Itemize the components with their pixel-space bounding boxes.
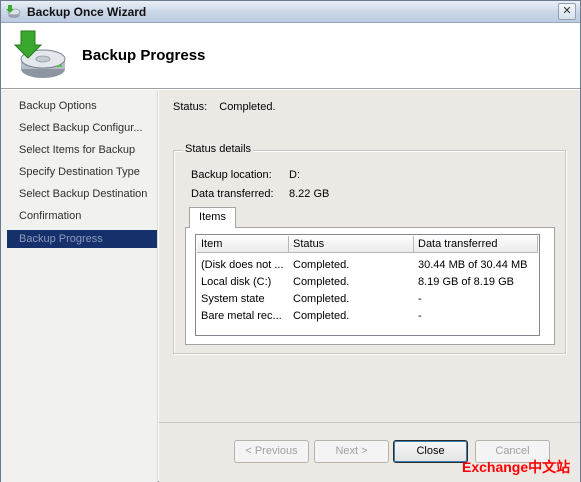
cell-status: Completed.	[293, 310, 350, 322]
backup-location-value: D:	[289, 169, 300, 181]
tab-items-label: Items	[199, 211, 226, 223]
nav-step-label: Select Backup Configur...	[19, 122, 143, 134]
backup-location-row: Backup location: D:	[191, 169, 300, 181]
data-transferred-value: 8.22 GB	[289, 188, 330, 200]
data-transferred-label: Data transferred:	[191, 188, 274, 200]
nav-step-label: Confirmation	[19, 210, 82, 222]
table-row[interactable]: System state Completed. -	[197, 291, 538, 308]
status-value: Completed.	[219, 101, 276, 113]
list-header: Item Status Data transferred	[197, 236, 538, 253]
nav-step-backup-options[interactable]: Backup Options	[7, 97, 157, 115]
table-row[interactable]: Bare metal rec... Completed. -	[197, 308, 538, 325]
cell-data-transferred: -	[418, 293, 422, 305]
site-watermark: Exchange中文站	[462, 459, 571, 475]
wizard-header: Backup Progress	[1, 23, 580, 89]
status-line: Status: Completed.	[173, 101, 276, 113]
cell-status: Completed.	[293, 293, 350, 305]
nav-step-select-destination[interactable]: Select Backup Destination	[7, 185, 157, 203]
wizard-content: Status: Completed. Status details Backup …	[159, 90, 580, 422]
data-transferred-row: Data transferred: 8.22 GB	[191, 188, 329, 200]
status-details-group: Status details Backup location: D: Data t…	[173, 143, 566, 354]
cell-item: (Disk does not ...	[201, 259, 284, 271]
nav-step-specify-destination-type[interactable]: Specify Destination Type	[7, 163, 157, 181]
next-button[interactable]: Next >	[314, 440, 389, 463]
backup-app-icon	[6, 5, 21, 18]
items-list[interactable]: Item Status Data transferred (Disk does …	[195, 234, 540, 336]
column-header-status[interactable]: Status	[289, 236, 414, 253]
close-icon: ✕	[562, 5, 572, 17]
cell-data-transferred: -	[418, 310, 422, 322]
table-row[interactable]: Local disk (C:) Completed. 8.19 GB of 8.…	[197, 274, 538, 291]
page-title: Backup Progress	[82, 47, 206, 64]
nav-step-label: Select Items for Backup	[19, 144, 136, 156]
column-header-data-transferred[interactable]: Data transferred	[414, 236, 538, 253]
column-header-label: Status	[293, 238, 325, 250]
cell-item: System state	[201, 293, 265, 305]
nav-step-label: Backup Options	[19, 100, 97, 112]
nav-step-label: Select Backup Destination	[19, 188, 148, 200]
window-title: Backup Once Wizard	[27, 5, 147, 19]
column-header-item[interactable]: Item	[197, 236, 289, 253]
nav-step-label: Backup Progress	[19, 233, 103, 245]
cell-item: Local disk (C:)	[201, 276, 272, 288]
cell-status: Completed.	[293, 276, 350, 288]
close-button[interactable]: Close	[393, 440, 468, 463]
cell-status: Completed.	[293, 259, 350, 271]
status-label: Status:	[173, 101, 208, 113]
title-bar[interactable]: Backup Once Wizard ✕	[1, 1, 580, 23]
nav-step-select-items[interactable]: Select Items for Backup	[7, 141, 157, 159]
nav-step-label: Specify Destination Type	[19, 166, 140, 178]
cell-data-transferred: 30.44 MB of 30.44 MB	[418, 259, 528, 271]
tab-items[interactable]: Items	[189, 207, 236, 228]
previous-button[interactable]: < Previous	[234, 440, 309, 463]
backup-disk-icon	[13, 30, 66, 78]
wizard-window: Backup Once Wizard ✕ Backup Progress Bac…	[0, 0, 581, 482]
cell-item: Bare metal rec...	[201, 310, 282, 322]
column-header-label: Item	[201, 238, 223, 250]
backup-location-label: Backup location:	[191, 169, 272, 181]
nav-step-select-backup-configuration[interactable]: Select Backup Configur...	[7, 119, 157, 137]
column-header-label: Data transferred	[418, 238, 498, 250]
wizard-step-nav: Backup Options Select Backup Configur...…	[1, 90, 158, 482]
nav-step-confirmation[interactable]: Confirmation	[7, 207, 157, 225]
table-row[interactable]: (Disk does not ... Completed. 30.44 MB o…	[197, 257, 538, 274]
cell-data-transferred: 8.19 GB of 8.19 GB	[418, 276, 515, 288]
window-close-button[interactable]: ✕	[558, 3, 576, 20]
status-details-title: Status details	[183, 143, 254, 155]
nav-step-backup-progress[interactable]: Backup Progress	[7, 230, 157, 248]
items-tab-panel: Item Status Data transferred (Disk does …	[185, 227, 555, 345]
